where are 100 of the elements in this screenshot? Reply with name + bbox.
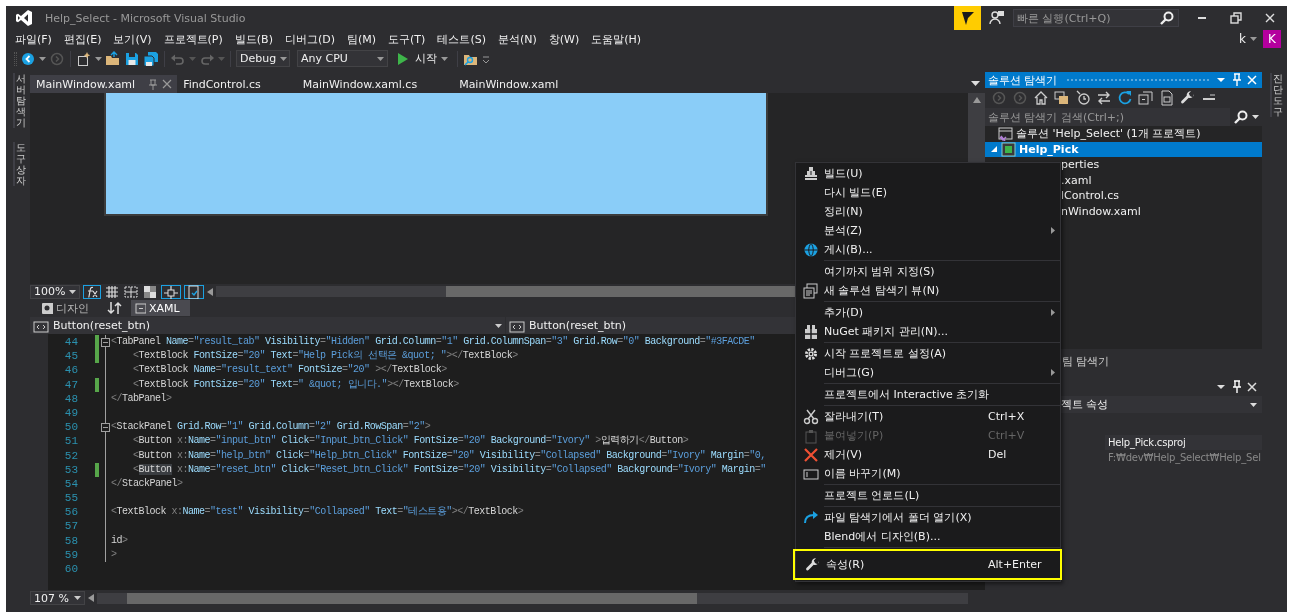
- element-dropdown[interactable]: Button(reset_btn): [30, 317, 506, 334]
- tab-list-icon[interactable]: [971, 81, 980, 86]
- line-number: 60: [63, 562, 78, 577]
- person-chat-icon[interactable]: [989, 10, 1005, 26]
- tree-item[interactable]: Help_Pick: [985, 141, 1262, 157]
- snap-toggle[interactable]: [161, 284, 182, 299]
- menu-item[interactable]: 파일 탐색기에서 폴더 열기(X): [796, 508, 1060, 527]
- home-icon[interactable]: [1033, 90, 1049, 106]
- design-icon: [41, 301, 53, 315]
- tree-item[interactable]: 솔루션 'Help_Select' (1개 프로젝트): [985, 126, 1262, 142]
- scroll-left-icon[interactable]: [88, 594, 94, 602]
- restore-icon: [1228, 10, 1244, 26]
- expand-icon[interactable]: [990, 145, 998, 154]
- code-line: <TextBlock FontSize="20" Text=" &quot; 입니다."></TextBlock>: [132, 377, 459, 392]
- grid-icon[interactable]: [104, 283, 121, 300]
- formula-toggle[interactable]: [83, 284, 102, 299]
- save-all-icon[interactable]: [143, 50, 159, 67]
- save-icon[interactable]: [124, 50, 140, 67]
- zoom-dropdown[interactable]: 100%: [30, 284, 81, 299]
- sync-icon[interactable]: [1096, 90, 1112, 106]
- zoom-dropdown[interactable]: 107 %: [30, 591, 85, 605]
- swap-panes-icon[interactable]: [107, 300, 123, 316]
- avatar[interactable]: K: [1263, 30, 1281, 48]
- wrench-icon[interactable]: [1180, 90, 1196, 106]
- code-line: <TextBlock x:Name="test" Visibility="Collapsed" Text="테스트용"></TextBlock>: [110, 505, 524, 520]
- menu-item[interactable]: 이름 바꾸기(M): [796, 464, 1060, 483]
- fx-icon: [85, 285, 100, 298]
- open-folder-icon[interactable]: [105, 50, 121, 67]
- search-field[interactable]: 솔루션 탐색기 검색(Ctrl+;): [985, 108, 1230, 126]
- menu-item[interactable]: 추가(D): [796, 303, 1060, 322]
- code-line: <Button x:Name="help_btn" Click="Help_btn_Click" FontSize="20" Visibility="Collapsed" Background="Ivory" Margin="0,: [132, 448, 766, 463]
- menu-item[interactable]: 새 솔루션 탐색기 뷰(N): [796, 281, 1060, 300]
- line-number: 55: [63, 491, 78, 506]
- menu-item[interactable]: 프로젝트(P): [157, 30, 229, 48]
- start-button[interactable]: 시작: [391, 50, 452, 67]
- menu-item[interactable]: 보기(V): [107, 30, 158, 48]
- scroll-left-icon[interactable]: [207, 287, 214, 296]
- menu-item[interactable]: 여기까지 범위 지정(S): [796, 262, 1060, 281]
- package-icon: [803, 323, 819, 340]
- element-icon: [509, 318, 525, 333]
- menu-label: 분석(Z): [824, 223, 864, 238]
- feedback-button[interactable]: [954, 6, 981, 30]
- platform-dropdown[interactable]: Any CPU: [297, 50, 388, 67]
- menu-item[interactable]: NuGet 패키지 관리(N)...: [796, 322, 1060, 341]
- menu-item[interactable]: 빌드(B): [228, 30, 279, 48]
- flag-icon: [959, 10, 976, 26]
- refresh-icon[interactable]: [1117, 90, 1133, 106]
- menu-item[interactable]: 창(W): [542, 30, 586, 48]
- menu-item[interactable]: 팀(M): [341, 30, 383, 48]
- menu-item[interactable]: 시작 프로젝트로 설정(A): [796, 344, 1060, 363]
- property-value[interactable]: Help_Pick.csproj: [1105, 435, 1262, 450]
- back-icon[interactable]: [20, 50, 36, 67]
- collapse-icon[interactable]: [100, 422, 110, 432]
- menu-label: 새 솔루션 탐색기 뷰(N): [824, 283, 941, 298]
- document-tab[interactable]: MainWindow.xaml: [453, 75, 595, 93]
- history-icon[interactable]: [1075, 90, 1091, 106]
- menu-item[interactable]: 디버그(D): [278, 30, 341, 48]
- quick-launch-field[interactable]: 빠른 실행(Ctrl+Q): [1013, 9, 1179, 27]
- device-toggle[interactable]: [184, 284, 205, 299]
- code-line: >: [110, 547, 117, 562]
- account-menu[interactable]: k: [1239, 32, 1257, 46]
- document-tab[interactable]: MainWindow.xaml.cs: [296, 75, 454, 93]
- document-tab[interactable]: FindControl.cs: [177, 75, 297, 93]
- layout-grid-icon[interactable]: [123, 283, 140, 300]
- menu-item[interactable]: 도움말(H): [585, 30, 648, 48]
- menu-item[interactable]: 프로젝트 언로드(L): [796, 486, 1060, 505]
- menu-item[interactable]: 분석(Z): [796, 221, 1060, 240]
- menu-item[interactable]: 다시 빌드(E): [796, 183, 1060, 202]
- caret-icon: [39, 56, 46, 61]
- panel-tab[interactable]: 팀 탐색기: [1062, 354, 1110, 370]
- menu-label: 이름 바꾸기(M): [824, 466, 902, 481]
- menu-item[interactable]: 디버그(G): [796, 363, 1060, 382]
- menu-item[interactable]: Blend에서 디자인(B)...: [796, 527, 1060, 546]
- menu-item[interactable]: 게시(B)...: [796, 240, 1060, 259]
- overflow-icon[interactable]: [482, 53, 490, 64]
- menu-item[interactable]: 도구(T): [382, 30, 432, 48]
- caret-icon: [1250, 37, 1257, 41]
- menu-item[interactable]: 분석(N): [491, 30, 543, 48]
- view-tab[interactable]: XAML: [131, 300, 190, 316]
- line-number: 57: [63, 519, 78, 534]
- menu-item[interactable]: 제거(V) Del: [796, 445, 1060, 464]
- menu-item[interactable]: 속성(R) Alt+Enter: [793, 549, 1062, 580]
- collapse-icon[interactable]: [100, 337, 110, 347]
- view-tab[interactable]: 디자인: [38, 300, 99, 316]
- show-all-files-icon[interactable]: [1159, 90, 1175, 106]
- line-number: 47: [63, 377, 78, 392]
- configuration-dropdown[interactable]: Debug: [236, 50, 290, 67]
- collapse-all-icon[interactable]: [1138, 90, 1154, 106]
- menu-item[interactable]: 정리(N): [796, 202, 1060, 221]
- line-number: 46: [63, 363, 78, 378]
- checkerboard-icon[interactable]: [142, 283, 159, 300]
- switch-views-icon[interactable]: [1054, 90, 1070, 106]
- menu-label: 시작 프로젝트로 설정(A): [824, 346, 948, 361]
- new-project-icon[interactable]: [76, 50, 92, 67]
- caret-icon: [495, 323, 502, 328]
- menu-item[interactable]: 편집(E): [57, 30, 108, 48]
- menu-item[interactable]: 빌드(U): [796, 164, 1060, 183]
- menu-item[interactable]: 테스트(S): [431, 30, 492, 48]
- scrollbar[interactable]: [97, 592, 968, 604]
- menu-item[interactable]: 파일(F): [9, 30, 58, 48]
